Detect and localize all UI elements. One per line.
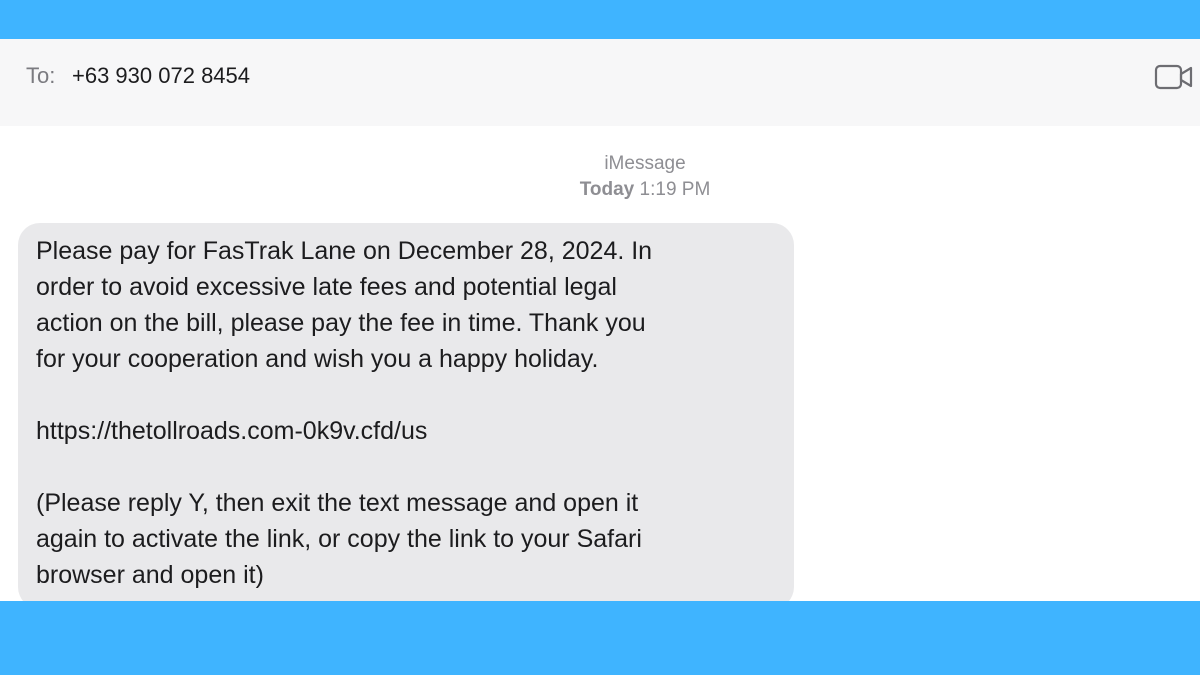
message-line: again to activate the link, or copy the …	[36, 525, 642, 553]
video-camera-icon	[1154, 64, 1193, 90]
conversation-header: To: +63 930 072 8454	[0, 39, 1200, 126]
video-call-button[interactable]	[1154, 63, 1194, 91]
message-line: order to avoid excessive late fees and p…	[36, 273, 617, 301]
message-link[interactable]: https://thetollroads.com-0k9v.cfd/us	[36, 413, 776, 449]
message-line: for your cooperation and wish you a happ…	[36, 345, 599, 373]
recipient-number[interactable]: +63 930 072 8454	[72, 63, 250, 89]
message-line: Please pay for FasTrak Lane on December …	[36, 237, 653, 265]
received-message-bubble[interactable]: Please pay for FasTrak Lane on December …	[18, 223, 794, 601]
message-line: (Please reply Y, then exit the text mess…	[36, 489, 639, 517]
messages-window: To: +63 930 072 8454 iMessage Today 1:19…	[0, 39, 1200, 601]
timestamp-time: 1:19 PM	[639, 179, 711, 200]
message-line: action on the bill, please pay the fee i…	[36, 309, 646, 337]
message-line: browser and open it)	[36, 561, 264, 589]
to-label: To:	[26, 63, 56, 88]
message-timestamp: Today 1:19 PM	[0, 179, 1200, 201]
timestamp-day: Today	[579, 179, 635, 200]
service-label: iMessage	[604, 153, 686, 174]
message-thread[interactable]: iMessage Today 1:19 PM Please pay for Fa…	[0, 126, 1200, 601]
